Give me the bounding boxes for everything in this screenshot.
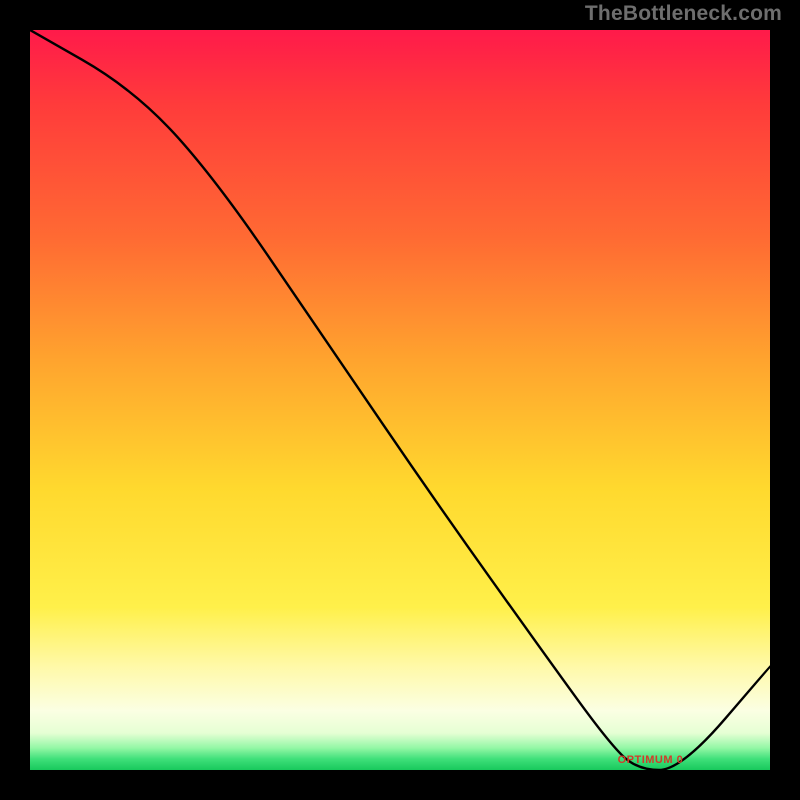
chart-canvas: TheBottleneck.com OPTIMUM 0 [0, 0, 800, 800]
bottleneck-curve [30, 30, 770, 770]
curve-path [30, 30, 770, 770]
optimal-zone-label: OPTIMUM 0 [618, 754, 684, 766]
plot-area: OPTIMUM 0 [30, 30, 770, 770]
attribution-text: TheBottleneck.com [585, 2, 782, 26]
